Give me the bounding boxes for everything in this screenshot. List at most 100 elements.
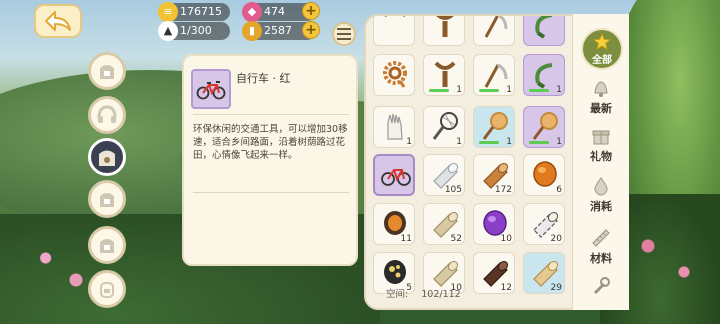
- inventory-slot[interactable]: 1: [473, 54, 515, 96]
- side-headphones[interactable]: [88, 96, 126, 134]
- gems-value: 474: [264, 5, 285, 18]
- detail-item-thumbnail: [191, 69, 231, 109]
- item-count: 11: [400, 234, 412, 244]
- list-menu-button[interactable]: [332, 22, 356, 46]
- lock-bag-icon: [100, 239, 114, 253]
- drop-icon: [594, 177, 608, 196]
- side-locked-bag-2[interactable]: [88, 180, 126, 218]
- tab-label: 礼物: [590, 150, 612, 163]
- tab-all[interactable]: 全部: [581, 28, 623, 70]
- tab-gift[interactable]: 礼物: [579, 126, 623, 170]
- gold-coin-icon: ≡: [158, 2, 178, 22]
- item-count: 52: [450, 234, 462, 244]
- item-count: 1: [406, 137, 412, 147]
- tab-new[interactable]: 最新: [579, 78, 623, 122]
- inventory-slot[interactable]: 1: [523, 54, 565, 96]
- detail-item-description: 环保休闲的交通工具，可以增加30移速，适合乡间路面，沿着树荫路过花田，心情像飞起…: [193, 124, 348, 161]
- space-label: 空间:: [386, 289, 409, 300]
- inventory-slot[interactable]: 1: [373, 106, 415, 148]
- item-count: 20: [550, 234, 562, 244]
- backpack-icon: [100, 282, 114, 298]
- storage-counter: ▲ 1/300: [158, 21, 230, 41]
- lock-bag-icon: [100, 193, 114, 207]
- inventory-slot[interactable]: 105: [423, 154, 465, 196]
- slingshot-icon: [436, 16, 454, 37]
- divider: [193, 114, 349, 115]
- inventory-slot[interactable]: [373, 154, 415, 196]
- inventory-space: 空间: 102/112: [386, 286, 461, 300]
- inventory-slot[interactable]: 52: [423, 203, 465, 245]
- item-count: 1: [506, 137, 512, 147]
- list-icon: [337, 28, 351, 40]
- star-icon: [593, 32, 611, 50]
- inventory-slot[interactable]: 11: [373, 203, 415, 245]
- tab-consumable[interactable]: 消耗: [579, 176, 623, 220]
- add-gems-button[interactable]: +: [302, 2, 320, 20]
- back-arrow-icon: [45, 11, 71, 31]
- item-count: 1: [556, 137, 562, 147]
- tab-tool[interactable]: [579, 276, 623, 320]
- tab-label: 材料: [590, 252, 612, 265]
- item-count: 10: [500, 234, 512, 244]
- bag-icon: [99, 150, 115, 166]
- item-count: 12: [500, 283, 512, 293]
- inventory-slot[interactable]: 1: [523, 106, 565, 148]
- inventory-slot[interactable]: 29: [523, 252, 565, 294]
- tab-label: 全部: [592, 54, 612, 66]
- inventory-slot[interactable]: 172: [473, 154, 515, 196]
- rope-coil-icon: [383, 61, 407, 88]
- detail-item-name: 自行车 · 红: [236, 72, 291, 85]
- rice-ball-icon: ▲: [158, 21, 178, 41]
- inventory-slot[interactable]: 6: [523, 154, 565, 196]
- item-count: 29: [550, 283, 562, 293]
- tab-label: 最新: [590, 102, 612, 115]
- inventory-slot[interactable]: 10: [473, 203, 515, 245]
- item-count: 1: [456, 85, 462, 95]
- inventory-slot[interactable]: 1: [423, 106, 465, 148]
- inventory-slot[interactable]: 12: [473, 252, 515, 294]
- gold-counter: ≡ 176715: [158, 2, 230, 22]
- inventory-slot[interactable]: [423, 16, 465, 46]
- category-tabs: 全部最新礼物消耗材料: [572, 14, 629, 310]
- item-count: 1: [456, 137, 462, 147]
- side-backpack[interactable]: [88, 270, 126, 308]
- bell-icon: [594, 81, 608, 97]
- back-button[interactable]: [34, 4, 82, 38]
- durability-bar: [429, 89, 449, 92]
- gem-icon: ◆: [242, 2, 262, 22]
- gift-icon: [592, 130, 610, 145]
- sickle-icon: [535, 16, 553, 39]
- inventory-slot[interactable]: 20: [523, 203, 565, 245]
- storage-value: 1/300: [180, 24, 212, 37]
- side-bag-active[interactable]: [88, 138, 126, 176]
- side-locked-bag-3[interactable]: [88, 226, 126, 264]
- inventory-slot[interactable]: 1: [473, 106, 515, 148]
- item-count: 1: [556, 85, 562, 95]
- item-count: 1: [506, 85, 512, 95]
- durability-bar: [479, 89, 499, 92]
- tab-label: 消耗: [590, 200, 612, 213]
- lock-bag-icon: [100, 65, 114, 79]
- inventory-slot[interactable]: [373, 16, 415, 46]
- bicycle-icon: [381, 169, 411, 186]
- gold-value: 176715: [180, 5, 222, 18]
- bicycle-icon: [196, 81, 226, 100]
- tab-material[interactable]: 材料: [579, 228, 623, 272]
- add-coins-button[interactable]: +: [302, 21, 320, 39]
- inventory-slot[interactable]: 1: [423, 54, 465, 96]
- divider: [193, 192, 349, 193]
- item-count: 105: [444, 185, 462, 195]
- inventory-slot[interactable]: [373, 54, 415, 96]
- inventory-slot[interactable]: [523, 16, 565, 46]
- coin-stack-icon: ▮: [242, 21, 262, 41]
- tool-icon: [593, 277, 610, 295]
- scythe-icon: [484, 16, 508, 38]
- item-detail-panel: 自行车 · 红 环保休闲的交通工具，可以增加30移速，适合乡间路面，沿着树荫路过…: [182, 54, 358, 266]
- item-count: 6: [556, 185, 562, 195]
- coins-value: 2587: [264, 24, 292, 37]
- item-count: 172: [494, 185, 512, 195]
- side-locked-bag-1[interactable]: [88, 52, 126, 90]
- ruler-icon: [592, 229, 610, 247]
- inventory-slot[interactable]: [473, 16, 515, 46]
- headphones-icon: [97, 105, 117, 123]
